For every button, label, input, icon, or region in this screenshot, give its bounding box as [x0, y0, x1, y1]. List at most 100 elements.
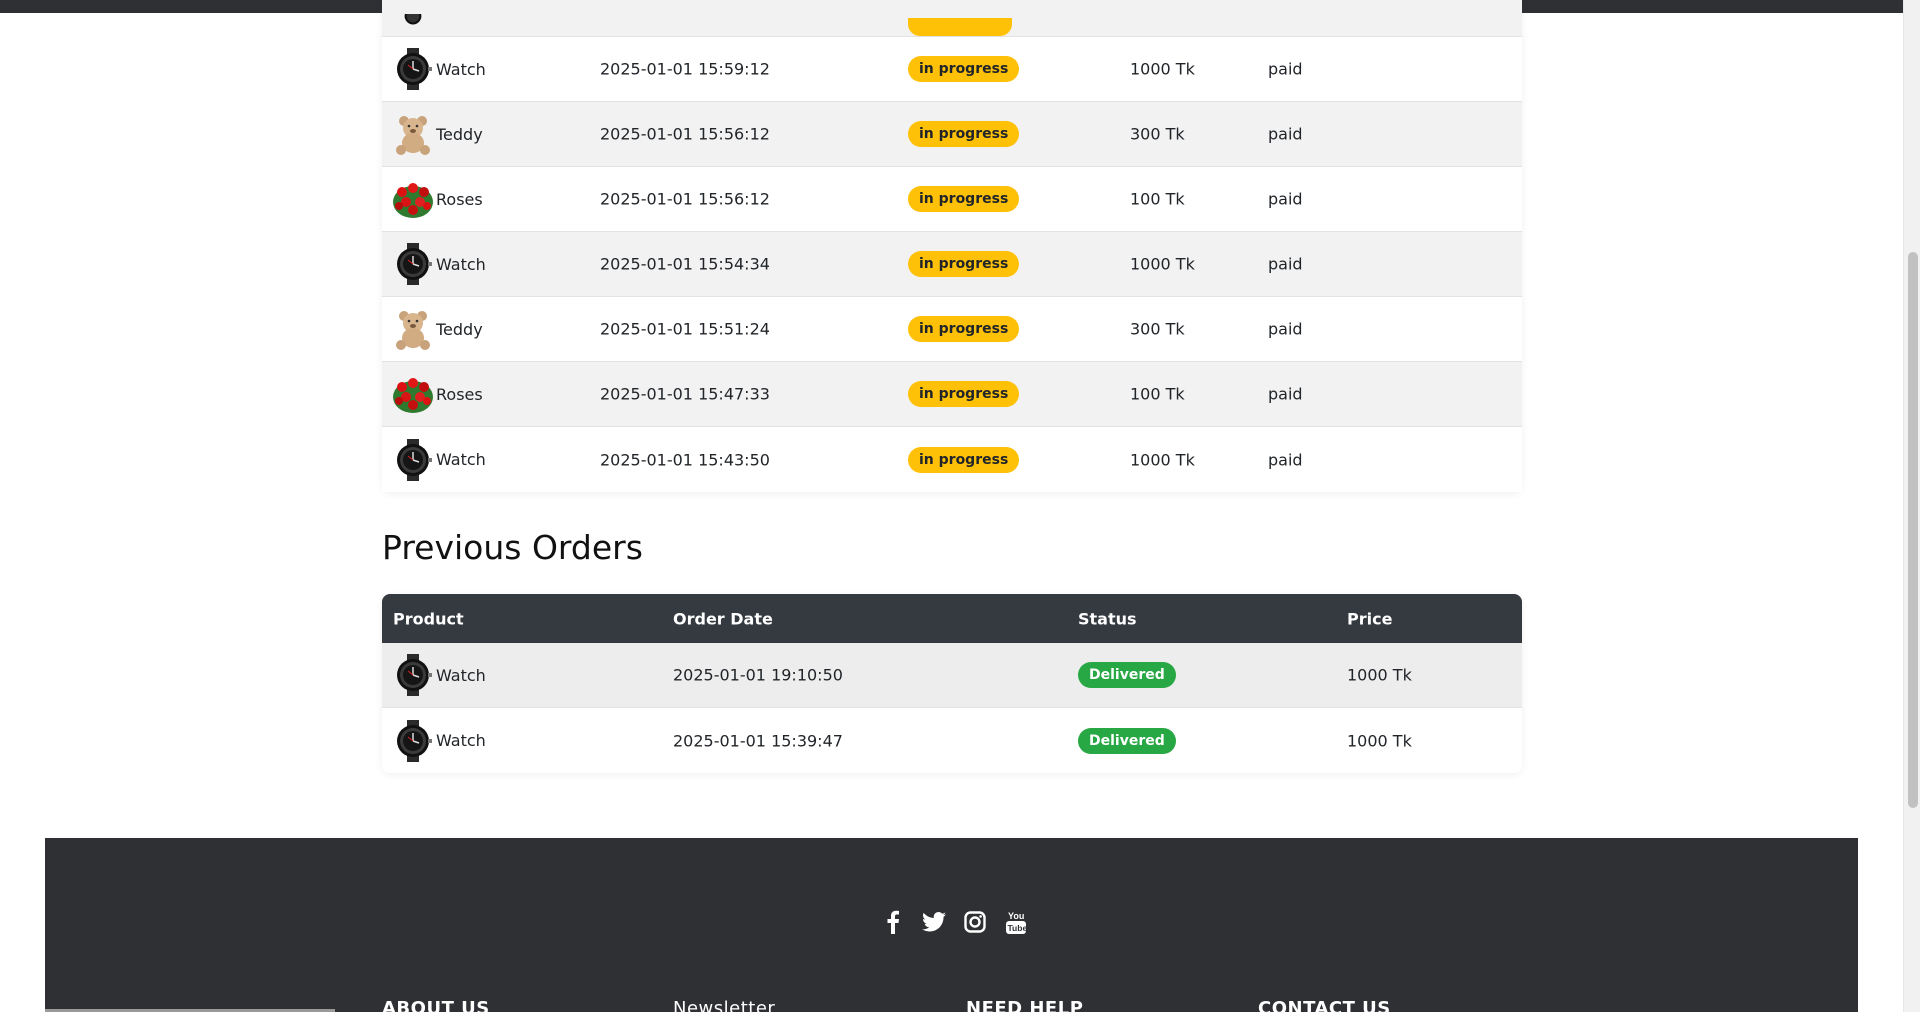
header-status[interactable]: Status — [1078, 609, 1137, 628]
product-name: Teddy — [436, 124, 483, 144]
order-date: 2025-01-01 15:54:34 — [600, 254, 770, 274]
status-cell: in progress — [908, 121, 1020, 147]
price: 1000 Tk — [1130, 450, 1195, 469]
status-cell: in progress — [908, 56, 1020, 82]
payment-status: paid — [1268, 384, 1303, 404]
table-row: Roses 2025-01-01 15:56:12 in progress 100 T… — [382, 167, 1522, 232]
table-row: Teddy 2025-01-01 15:51:24 in progress 300 T… — [382, 297, 1522, 362]
status-cell: in progress — [908, 381, 1020, 407]
status-badge: in progress — [908, 121, 1020, 147]
status-badge: in progress — [908, 316, 1020, 342]
footer-newsletter: Newsletter — [673, 998, 776, 1012]
header-order-date[interactable]: Order Date — [673, 609, 773, 628]
watch-icon — [397, 438, 432, 481]
price: 300 Tk — [1130, 319, 1185, 339]
status-badge: in progress — [908, 56, 1020, 82]
price: 1000 Tk — [1347, 665, 1412, 685]
teddy-bear-icon — [396, 311, 430, 350]
facebook-icon[interactable] — [879, 908, 906, 935]
watch-icon — [397, 654, 432, 696]
footer: You Tube ABOUT US Newsletter NEED HELP CO… — [45, 838, 1858, 1012]
product-name: Watch — [436, 59, 486, 79]
status-cell — [908, 18, 1012, 36]
product-name: Watch — [436, 254, 486, 274]
teddy-bear-icon — [396, 116, 430, 155]
footer-contact-us: CONTACT US — [1258, 998, 1391, 1012]
svg-text:You: You — [1008, 911, 1024, 921]
status-cell: in progress — [908, 316, 1020, 342]
table-row — [382, 0, 1522, 37]
status-cell: Delivered — [1078, 727, 1176, 754]
table-header: Product Order Date Status Price — [382, 594, 1522, 643]
price: 100 Tk — [1130, 189, 1185, 209]
status-cell: in progress — [908, 251, 1020, 277]
footer-about-us: ABOUT US — [382, 998, 490, 1012]
scroll-thumb[interactable] — [1908, 252, 1918, 808]
product-cell: Teddy — [392, 113, 483, 155]
order-date: 2025-01-01 15:56:12 — [600, 189, 770, 209]
payment-status: paid — [1268, 450, 1303, 469]
status-badge: Delivered — [1078, 662, 1176, 688]
product-cell: Watch — [392, 438, 486, 481]
status-badge: in progress — [908, 446, 1020, 473]
header-price[interactable]: Price — [1347, 609, 1392, 628]
previous-orders-table: Product Order Date Status Price Watch 202… — [382, 594, 1522, 773]
youtube-icon[interactable]: You Tube — [1002, 908, 1029, 935]
product-name: Roses — [436, 384, 483, 404]
watch-icon — [404, 14, 422, 25]
table-row: Watch 2025-01-01 15:59:12 in progress 1000 … — [382, 37, 1522, 102]
status-cell: in progress — [908, 446, 1020, 473]
status-badge: in progress — [908, 186, 1020, 212]
product-cell: Watch — [392, 654, 486, 696]
instagram-icon[interactable] — [961, 908, 988, 935]
watch-icon — [397, 48, 432, 90]
order-date: 2025-01-01 15:56:12 — [600, 124, 770, 144]
status-badge: Delivered — [1078, 727, 1176, 754]
product-name: Teddy — [436, 319, 483, 339]
roses-icon — [393, 378, 433, 413]
order-date: 2025-01-01 15:47:33 — [600, 384, 770, 404]
twitter-icon[interactable] — [920, 908, 947, 935]
price: 100 Tk — [1130, 384, 1185, 404]
previous-orders-title: Previous Orders — [382, 528, 643, 567]
product-cell — [392, 14, 436, 36]
status-badge: in progress — [908, 381, 1020, 407]
payment-status: paid — [1268, 319, 1303, 339]
product-name: Watch — [436, 450, 486, 469]
payment-status: paid — [1268, 254, 1303, 274]
roses-icon — [393, 183, 433, 218]
order-date: 2025-01-01 15:39:47 — [673, 731, 843, 750]
order-date: 2025-01-01 15:51:24 — [600, 319, 770, 339]
product-cell: Roses — [392, 373, 483, 415]
price: 1000 Tk — [1347, 731, 1412, 750]
status-cell: Delivered — [1078, 662, 1176, 688]
scrollbar[interactable] — [1903, 0, 1920, 1012]
product-cell: Watch — [392, 719, 486, 762]
table-row: Watch 2025-01-01 15:43:50 in progress 1000 … — [382, 427, 1522, 492]
payment-status: paid — [1268, 59, 1303, 79]
order-date: 2025-01-01 19:10:50 — [673, 665, 843, 685]
payment-status: paid — [1268, 124, 1303, 144]
svg-text:Tube: Tube — [1007, 923, 1027, 933]
footer-need-help: NEED HELP — [966, 998, 1084, 1012]
header-product[interactable]: Product — [393, 609, 464, 628]
watch-icon — [397, 243, 432, 285]
payment-status: paid — [1268, 189, 1303, 209]
price: 1000 Tk — [1130, 254, 1195, 274]
status-badge — [908, 18, 1012, 36]
table-row: Watch 2025-01-01 15:39:47 Delivered 1000 Tk — [382, 708, 1522, 773]
product-cell: Watch — [392, 243, 486, 285]
price: 300 Tk — [1130, 124, 1185, 144]
product-cell: Teddy — [392, 308, 483, 350]
status-cell: in progress — [908, 186, 1020, 212]
status-badge: in progress — [908, 251, 1020, 277]
watch-icon — [397, 719, 432, 762]
order-date: 2025-01-01 15:59:12 — [600, 59, 770, 79]
table-row: Watch 2025-01-01 19:10:50 Delivered 1000 Tk — [382, 643, 1522, 708]
order-date: 2025-01-01 15:43:50 — [600, 450, 770, 469]
product-cell: Watch — [392, 48, 486, 90]
product-name: Watch — [436, 731, 486, 750]
table-row: Roses 2025-01-01 15:47:33 in progress 100 T… — [382, 362, 1522, 427]
product-name: Watch — [436, 665, 486, 685]
table-row: Teddy 2025-01-01 15:56:12 in progress 300 T… — [382, 102, 1522, 167]
